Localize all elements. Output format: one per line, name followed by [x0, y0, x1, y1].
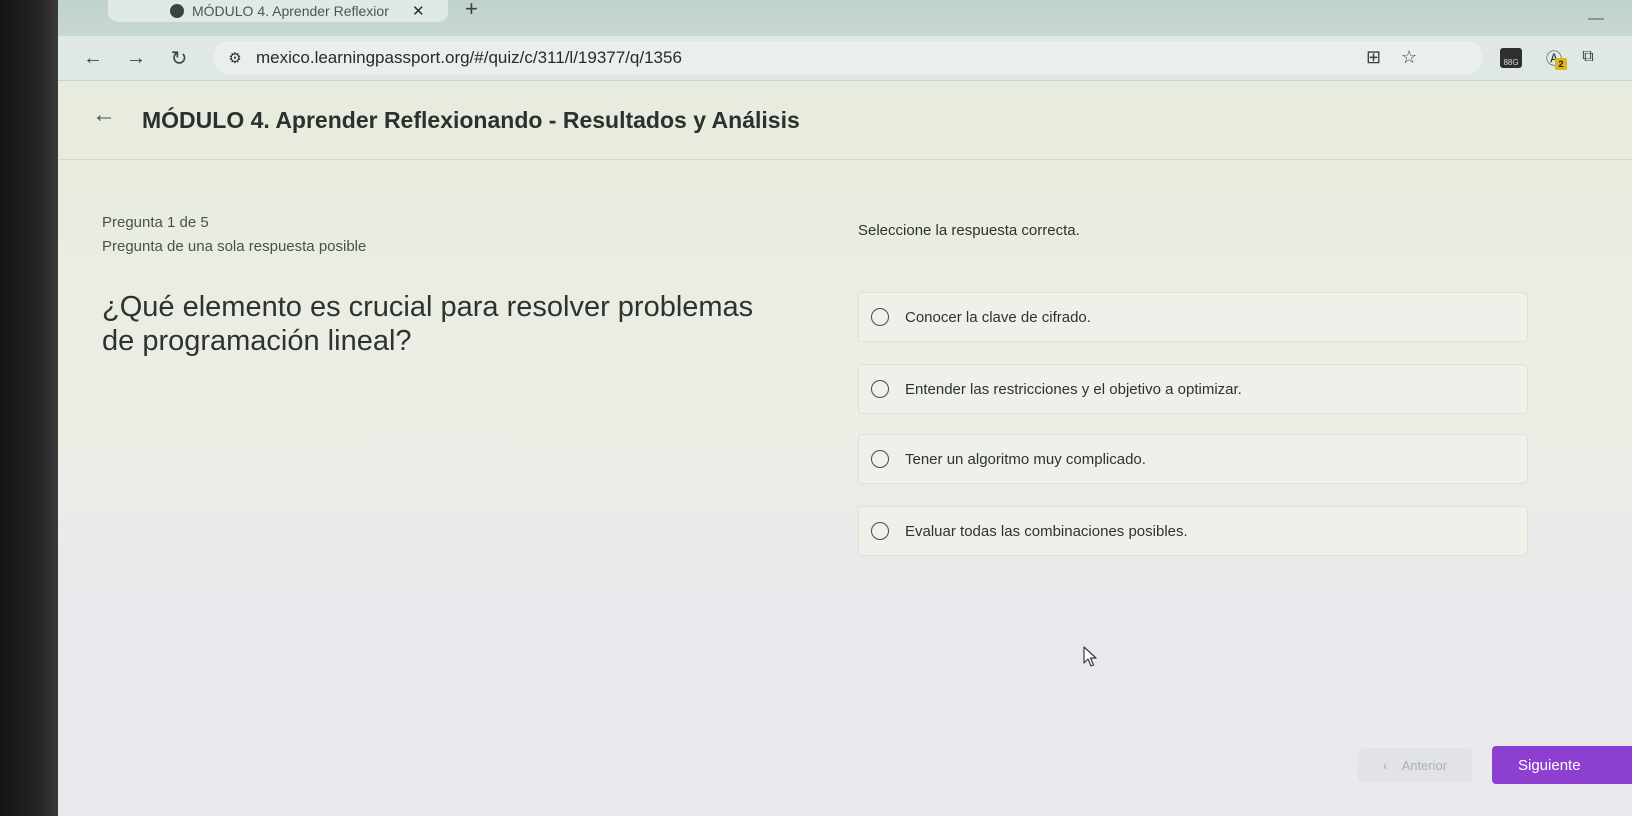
mouse-cursor-icon	[1083, 646, 1097, 667]
install-app-icon[interactable]: ⊞	[1366, 47, 1381, 68]
back-icon[interactable]: ←	[80, 45, 106, 71]
answer-option[interactable]: Conocer la clave de cifrado.	[858, 292, 1528, 342]
site-info-icon[interactable]: ⚙	[225, 48, 245, 68]
radio-button[interactable]	[871, 522, 889, 540]
answer-option[interactable]: Entender las restricciones y el objetivo…	[858, 364, 1528, 414]
question-text: ¿Qué elemento es crucial para resolver p…	[102, 291, 754, 357]
page-header: ← MÓDULO 4. Aprender Reflexionando - Res…	[58, 81, 1632, 160]
bookmark-star-icon[interactable]: ☆	[1401, 47, 1417, 68]
browser-tab[interactable]: MÓDULO 4. Aprender Reflexior ✕	[108, 0, 448, 22]
answer-option-label: Tener un algoritmo muy complicado.	[905, 450, 1146, 468]
next-button[interactable]: Siguiente	[1492, 746, 1632, 784]
browser-toolbar: ← → ↻ ⚙ mexico.learningpassport.org/#/qu…	[58, 36, 1632, 81]
previous-button-label: Anterior	[1401, 757, 1448, 773]
page-title: MÓDULO 4. Aprender Reflexionando - Resul…	[142, 107, 800, 133]
monitor-bezel	[0, 0, 58, 816]
instruction-text: Seleccione la respuesta correcta.	[858, 222, 1080, 239]
extension-icon[interactable]: 88G	[1500, 48, 1522, 68]
question-type: Pregunta de una sola respuesta posible	[102, 238, 367, 255]
answer-option-label: Entender las restricciones y el objetivo…	[905, 380, 1242, 398]
radio-button[interactable]	[871, 450, 889, 468]
answer-option-label: Conocer la clave de cifrado.	[905, 308, 1091, 326]
tab-favicon-icon	[170, 4, 184, 18]
answer-option-label: Evaluar todas las combinaciones posibles…	[905, 522, 1188, 540]
extension-badge-count: 2	[1555, 58, 1567, 70]
radio-button[interactable]	[871, 380, 889, 398]
tab-close-icon[interactable]: ✕	[412, 2, 425, 20]
answer-option[interactable]: Evaluar todas las combinaciones posibles…	[858, 506, 1528, 556]
new-tab-icon[interactable]: +	[465, 0, 478, 22]
back-arrow-icon[interactable]: ←	[92, 101, 116, 129]
previous-button[interactable]: ‹ Anterior	[1358, 748, 1472, 782]
chevron-left-icon: ‹	[1382, 757, 1388, 773]
question-counter: Pregunta 1 de 5	[102, 214, 209, 231]
url-text[interactable]: mexico.learningpassport.org/#/quiz/c/311…	[256, 48, 682, 68]
answer-option[interactable]: Tener un algoritmo muy complicado.	[858, 434, 1528, 484]
quiz-content: Pregunta 1 de 5 Pregunta de una sola res…	[58, 160, 1632, 816]
browser-tab-strip: MÓDULO 4. Aprender Reflexior ✕ + —	[58, 0, 1632, 36]
minimize-icon[interactable]: —	[1588, 10, 1604, 28]
screen: MÓDULO 4. Aprender Reflexior ✕ + — ← → ↻…	[58, 0, 1632, 816]
puzzle-extensions-icon[interactable]: ⧉	[1576, 45, 1600, 69]
radio-button[interactable]	[871, 308, 889, 326]
reload-icon[interactable]: ↻	[166, 45, 192, 71]
forward-icon[interactable]: →	[123, 45, 149, 71]
address-bar[interactable]: ⚙ mexico.learningpassport.org/#/quiz/c/3…	[213, 41, 1483, 75]
tab-title: MÓDULO 4. Aprender Reflexior	[192, 3, 389, 19]
